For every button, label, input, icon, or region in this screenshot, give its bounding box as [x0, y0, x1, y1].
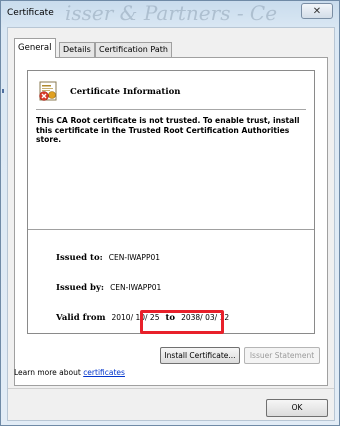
divider: [28, 229, 314, 230]
ok-button[interactable]: OK: [266, 399, 328, 417]
certificate-dialog: Certificate isser & Partners - Ce ✕ Gene…: [0, 0, 340, 426]
issuer-statement-button: Issuer Statement: [244, 347, 320, 364]
tab-general[interactable]: General: [14, 38, 56, 58]
issued-to-label: Issued to:: [56, 253, 103, 263]
certificates-link[interactable]: certificates: [83, 368, 125, 377]
highlight-box: [140, 310, 224, 334]
frame-edge-mark: [2, 89, 4, 93]
issued-to-value: CEN-IWAPP01: [108, 253, 161, 262]
general-panel: Certificate Information This CA Root cer…: [14, 57, 328, 386]
issued-by-value: CEN-IWAPP01: [110, 283, 162, 292]
certificate-info-box: Certificate Information This CA Root cer…: [27, 70, 315, 334]
learn-more-prefix: Learn more about: [14, 368, 84, 377]
tab-details[interactable]: Details: [59, 42, 95, 57]
dialog-body: General Details Certification Path Certi…: [7, 27, 335, 421]
close-button[interactable]: ✕: [301, 3, 333, 19]
divider: [8, 388, 334, 389]
learn-more-text: Learn more about certificates: [14, 368, 125, 377]
info-title: Certificate Information: [70, 87, 181, 97]
title-bar[interactable]: Certificate isser & Partners - Ce ✕: [1, 1, 339, 27]
certificate-icon: [38, 81, 60, 103]
issued-by-label: Issued by:: [56, 283, 105, 293]
issued-to-row: Issued to: CEN-IWAPP01: [56, 253, 160, 263]
tab-certification-path[interactable]: Certification Path: [95, 42, 172, 57]
trust-warning-text: This CA Root certificate is not trusted.…: [36, 116, 300, 144]
install-certificate-button[interactable]: Install Certificate...: [160, 347, 240, 364]
window-title: Certificate: [7, 8, 54, 18]
watermark-text: isser & Partners - Ce: [65, 1, 278, 25]
valid-from-label: Valid from: [56, 313, 106, 323]
divider: [36, 109, 306, 110]
close-icon: ✕: [312, 6, 322, 17]
issued-by-row: Issued by: CEN-IWAPP01: [56, 283, 161, 293]
